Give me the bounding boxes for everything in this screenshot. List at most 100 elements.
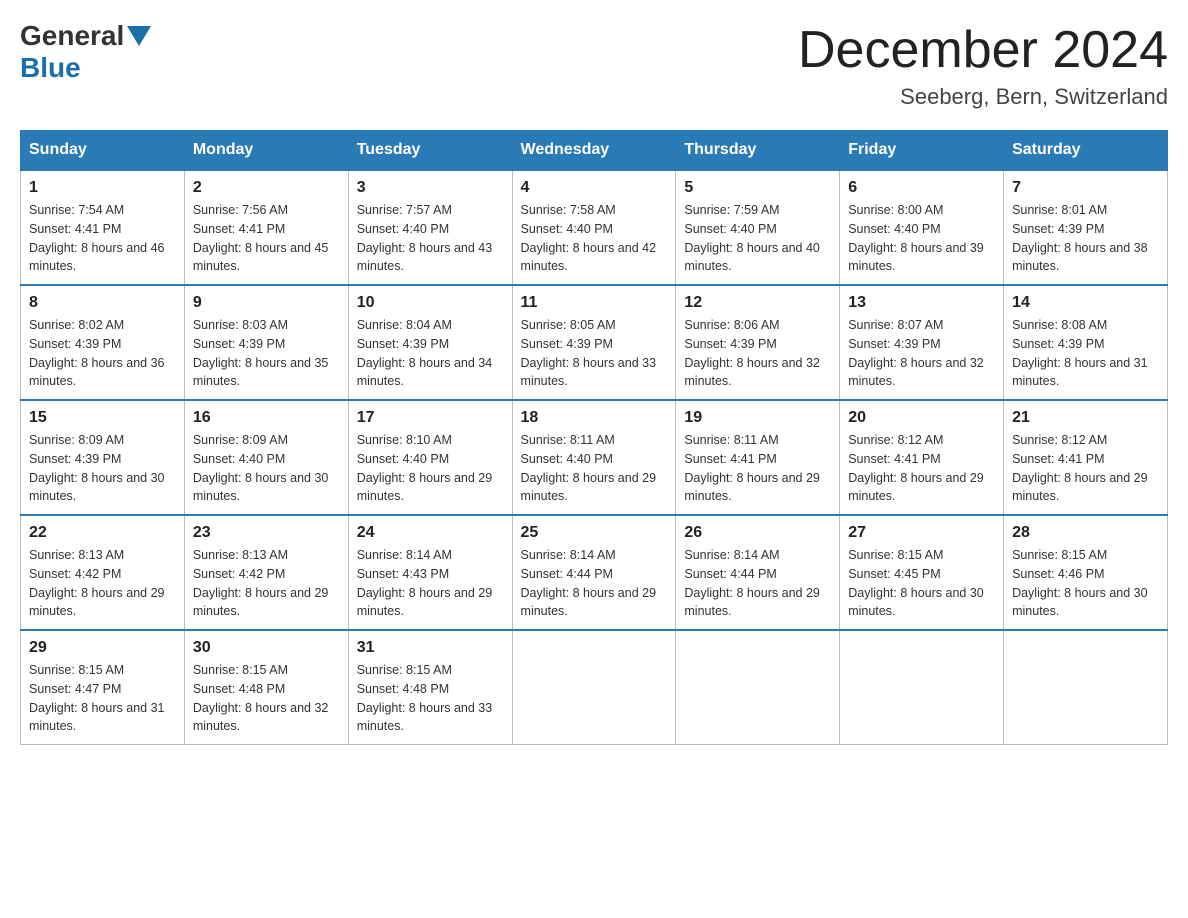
- calendar-day-cell: 8 Sunrise: 8:02 AMSunset: 4:39 PMDayligh…: [21, 285, 185, 400]
- calendar-table: Sunday Monday Tuesday Wednesday Thursday…: [20, 130, 1168, 745]
- day-number: 29: [29, 639, 176, 657]
- day-info: Sunrise: 8:12 AMSunset: 4:41 PMDaylight:…: [1012, 433, 1148, 503]
- col-tuesday: Tuesday: [348, 131, 512, 171]
- calendar-day-cell: 19 Sunrise: 8:11 AMSunset: 4:41 PMDaylig…: [676, 400, 840, 515]
- day-number: 7: [1012, 179, 1159, 197]
- calendar-day-cell: 22 Sunrise: 8:13 AMSunset: 4:42 PMDaylig…: [21, 515, 185, 630]
- day-number: 26: [684, 524, 831, 542]
- day-info: Sunrise: 8:15 AMSunset: 4:45 PMDaylight:…: [848, 548, 984, 618]
- day-number: 21: [1012, 409, 1159, 427]
- calendar-day-cell: 16 Sunrise: 8:09 AMSunset: 4:40 PMDaylig…: [184, 400, 348, 515]
- col-friday: Friday: [840, 131, 1004, 171]
- calendar-day-cell: 31 Sunrise: 8:15 AMSunset: 4:48 PMDaylig…: [348, 630, 512, 745]
- col-monday: Monday: [184, 131, 348, 171]
- day-number: 19: [684, 409, 831, 427]
- calendar-day-cell: 4 Sunrise: 7:58 AMSunset: 4:40 PMDayligh…: [512, 170, 676, 285]
- calendar-day-cell: 11 Sunrise: 8:05 AMSunset: 4:39 PMDaylig…: [512, 285, 676, 400]
- day-info: Sunrise: 8:10 AMSunset: 4:40 PMDaylight:…: [357, 433, 493, 503]
- day-info: Sunrise: 7:56 AMSunset: 4:41 PMDaylight:…: [193, 203, 329, 273]
- calendar-day-cell: 26 Sunrise: 8:14 AMSunset: 4:44 PMDaylig…: [676, 515, 840, 630]
- day-info: Sunrise: 8:15 AMSunset: 4:47 PMDaylight:…: [29, 663, 165, 733]
- calendar-day-cell: 12 Sunrise: 8:06 AMSunset: 4:39 PMDaylig…: [676, 285, 840, 400]
- day-info: Sunrise: 8:04 AMSunset: 4:39 PMDaylight:…: [357, 318, 493, 388]
- day-info: Sunrise: 8:14 AMSunset: 4:44 PMDaylight:…: [521, 548, 657, 618]
- week-row-1: 1 Sunrise: 7:54 AMSunset: 4:41 PMDayligh…: [21, 170, 1168, 285]
- day-number: 28: [1012, 524, 1159, 542]
- day-number: 4: [521, 179, 668, 197]
- calendar-day-cell: 6 Sunrise: 8:00 AMSunset: 4:40 PMDayligh…: [840, 170, 1004, 285]
- day-number: 25: [521, 524, 668, 542]
- calendar-day-cell: 3 Sunrise: 7:57 AMSunset: 4:40 PMDayligh…: [348, 170, 512, 285]
- col-saturday: Saturday: [1004, 131, 1168, 171]
- day-info: Sunrise: 7:58 AMSunset: 4:40 PMDaylight:…: [521, 203, 657, 273]
- calendar-day-cell: 7 Sunrise: 8:01 AMSunset: 4:39 PMDayligh…: [1004, 170, 1168, 285]
- calendar-day-cell: 28 Sunrise: 8:15 AMSunset: 4:46 PMDaylig…: [1004, 515, 1168, 630]
- day-number: 9: [193, 294, 340, 312]
- day-info: Sunrise: 8:06 AMSunset: 4:39 PMDaylight:…: [684, 318, 820, 388]
- day-number: 3: [357, 179, 504, 197]
- day-number: 14: [1012, 294, 1159, 312]
- calendar-day-cell: 14 Sunrise: 8:08 AMSunset: 4:39 PMDaylig…: [1004, 285, 1168, 400]
- logo-blue-text: Blue: [20, 52, 81, 84]
- calendar-day-cell: 1 Sunrise: 7:54 AMSunset: 4:41 PMDayligh…: [21, 170, 185, 285]
- calendar-day-cell: 21 Sunrise: 8:12 AMSunset: 4:41 PMDaylig…: [1004, 400, 1168, 515]
- title-block: December 2024 Seeberg, Bern, Switzerland: [798, 20, 1168, 110]
- calendar-day-cell: 20 Sunrise: 8:12 AMSunset: 4:41 PMDaylig…: [840, 400, 1004, 515]
- calendar-day-cell: [512, 630, 676, 745]
- day-number: 15: [29, 409, 176, 427]
- calendar-day-cell: [840, 630, 1004, 745]
- day-info: Sunrise: 8:13 AMSunset: 4:42 PMDaylight:…: [29, 548, 165, 618]
- calendar-day-cell: 18 Sunrise: 8:11 AMSunset: 4:40 PMDaylig…: [512, 400, 676, 515]
- calendar-day-cell: 15 Sunrise: 8:09 AMSunset: 4:39 PMDaylig…: [21, 400, 185, 515]
- day-info: Sunrise: 8:03 AMSunset: 4:39 PMDaylight:…: [193, 318, 329, 388]
- day-number: 1: [29, 179, 176, 197]
- day-info: Sunrise: 8:09 AMSunset: 4:39 PMDaylight:…: [29, 433, 165, 503]
- logo: General Blue: [20, 20, 154, 84]
- day-info: Sunrise: 8:00 AMSunset: 4:40 PMDaylight:…: [848, 203, 984, 273]
- calendar-day-cell: 27 Sunrise: 8:15 AMSunset: 4:45 PMDaylig…: [840, 515, 1004, 630]
- day-number: 17: [357, 409, 504, 427]
- day-info: Sunrise: 8:11 AMSunset: 4:40 PMDaylight:…: [521, 433, 657, 503]
- day-number: 12: [684, 294, 831, 312]
- day-number: 16: [193, 409, 340, 427]
- day-info: Sunrise: 8:13 AMSunset: 4:42 PMDaylight:…: [193, 548, 329, 618]
- day-info: Sunrise: 8:14 AMSunset: 4:43 PMDaylight:…: [357, 548, 493, 618]
- day-number: 31: [357, 639, 504, 657]
- location-subtitle: Seeberg, Bern, Switzerland: [798, 84, 1168, 110]
- calendar-day-cell: 2 Sunrise: 7:56 AMSunset: 4:41 PMDayligh…: [184, 170, 348, 285]
- calendar-day-cell: 25 Sunrise: 8:14 AMSunset: 4:44 PMDaylig…: [512, 515, 676, 630]
- calendar-day-cell: 17 Sunrise: 8:10 AMSunset: 4:40 PMDaylig…: [348, 400, 512, 515]
- day-info: Sunrise: 8:12 AMSunset: 4:41 PMDaylight:…: [848, 433, 984, 503]
- day-number: 24: [357, 524, 504, 542]
- day-info: Sunrise: 8:07 AMSunset: 4:39 PMDaylight:…: [848, 318, 984, 388]
- day-number: 23: [193, 524, 340, 542]
- month-title: December 2024: [798, 20, 1168, 80]
- day-number: 20: [848, 409, 995, 427]
- day-info: Sunrise: 8:15 AMSunset: 4:48 PMDaylight:…: [193, 663, 329, 733]
- day-info: Sunrise: 8:08 AMSunset: 4:39 PMDaylight:…: [1012, 318, 1148, 388]
- col-wednesday: Wednesday: [512, 131, 676, 171]
- day-number: 8: [29, 294, 176, 312]
- day-number: 30: [193, 639, 340, 657]
- day-info: Sunrise: 8:15 AMSunset: 4:48 PMDaylight:…: [357, 663, 493, 733]
- logo-general-text: General: [20, 20, 124, 52]
- calendar-header-row: Sunday Monday Tuesday Wednesday Thursday…: [21, 131, 1168, 171]
- calendar-day-cell: 29 Sunrise: 8:15 AMSunset: 4:47 PMDaylig…: [21, 630, 185, 745]
- day-number: 18: [521, 409, 668, 427]
- day-info: Sunrise: 8:15 AMSunset: 4:46 PMDaylight:…: [1012, 548, 1148, 618]
- day-info: Sunrise: 8:02 AMSunset: 4:39 PMDaylight:…: [29, 318, 165, 388]
- calendar-day-cell: 23 Sunrise: 8:13 AMSunset: 4:42 PMDaylig…: [184, 515, 348, 630]
- calendar-day-cell: 10 Sunrise: 8:04 AMSunset: 4:39 PMDaylig…: [348, 285, 512, 400]
- col-thursday: Thursday: [676, 131, 840, 171]
- day-number: 10: [357, 294, 504, 312]
- calendar-day-cell: 30 Sunrise: 8:15 AMSunset: 4:48 PMDaylig…: [184, 630, 348, 745]
- calendar-day-cell: [676, 630, 840, 745]
- day-info: Sunrise: 7:59 AMSunset: 4:40 PMDaylight:…: [684, 203, 820, 273]
- day-number: 6: [848, 179, 995, 197]
- day-info: Sunrise: 8:11 AMSunset: 4:41 PMDaylight:…: [684, 433, 820, 503]
- page-header: General Blue December 2024 Seeberg, Bern…: [20, 20, 1168, 110]
- day-number: 27: [848, 524, 995, 542]
- calendar-day-cell: [1004, 630, 1168, 745]
- col-sunday: Sunday: [21, 131, 185, 171]
- week-row-3: 15 Sunrise: 8:09 AMSunset: 4:39 PMDaylig…: [21, 400, 1168, 515]
